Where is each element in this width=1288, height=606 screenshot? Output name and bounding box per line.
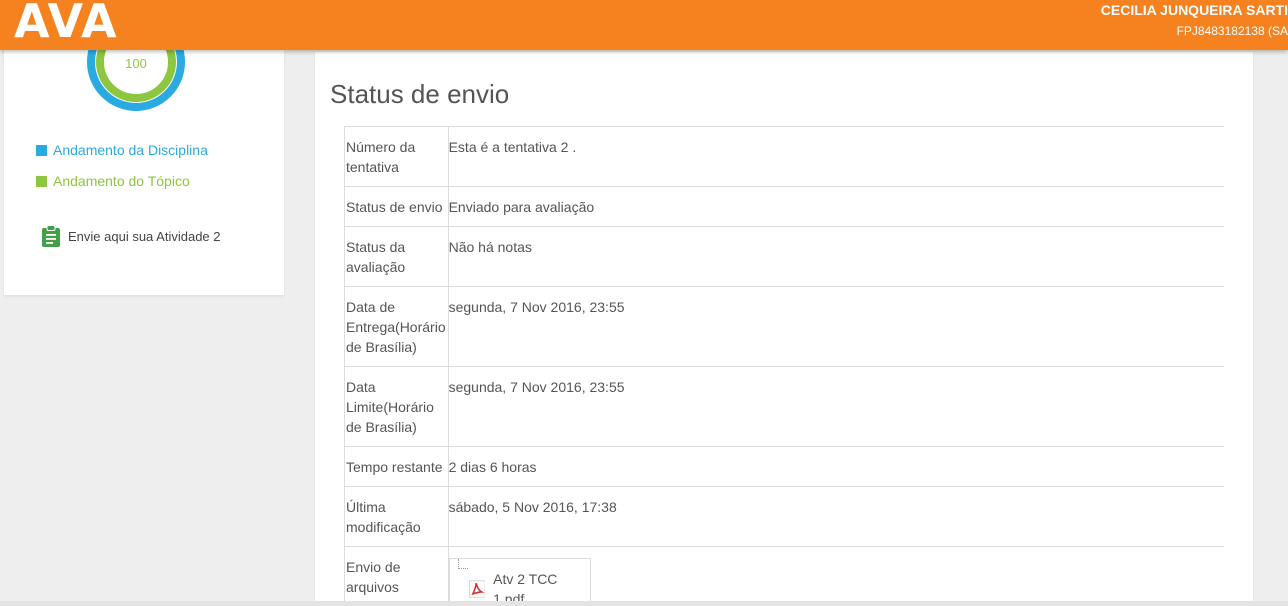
file-tree-branch	[457, 559, 468, 569]
legend-square-blue	[36, 144, 47, 156]
table-row: Última modificação sábado, 5 Nov 2016, 1…	[344, 486, 1224, 547]
row-label: Status da avaliação	[344, 226, 449, 287]
row-label: Número da tentativa	[344, 126, 449, 187]
activity-link[interactable]: Envie aqui sua Atividade 2	[41, 225, 221, 247]
row-value: Atv 2 TCC 1.pdf	[448, 546, 1224, 606]
row-label: Última modificação	[344, 486, 449, 547]
submission-status-card: Status de envio Número da tentativa Esta…	[315, 52, 1253, 606]
section-title: Status de envio	[330, 79, 510, 109]
row-value: Enviado para avaliação	[448, 186, 1224, 227]
table-row: Data Limite(Horário de Brasília) segunda…	[344, 366, 1224, 447]
progress-card: 100 Andamento da Disciplina Andamento do…	[4, 13, 284, 295]
row-label: Status de envio	[344, 186, 449, 227]
clipboard-icon	[42, 225, 60, 247]
row-value: segunda, 7 Nov 2016, 23:55	[448, 286, 1224, 367]
row-label: Data de Entrega(Horário de Brasília)	[344, 286, 449, 367]
ava-logo[interactable]: AVA	[14, 0, 118, 48]
user-id: FPJ8483182138 (SA	[1176, 24, 1288, 38]
pdf-icon	[468, 580, 486, 598]
row-value: 2 dias 6 horas	[448, 446, 1224, 487]
table-row: Tempo restante 2 dias 6 horas	[344, 446, 1224, 487]
row-value: segunda, 7 Nov 2016, 23:55	[448, 366, 1224, 447]
table-row: Status da avaliação Não há notas	[344, 226, 1224, 287]
row-value: sábado, 5 Nov 2016, 17:38	[448, 486, 1224, 547]
row-label: Tempo restante	[344, 446, 449, 487]
legend-square-green	[36, 175, 47, 187]
top-bar: AVA CECILIA JUNQUEIRA SARTI FPJ848318213…	[0, 0, 1288, 50]
file-tree-box: Atv 2 TCC 1.pdf	[448, 558, 591, 606]
table-row: Status de envio Enviado para avaliação	[344, 186, 1224, 227]
row-label: Envio de arquivos	[344, 546, 449, 606]
row-label: Data Limite(Horário de Brasília)	[344, 366, 449, 447]
legend-disciplina: Andamento da Disciplina	[36, 142, 208, 158]
legend-label: Andamento da Disciplina	[53, 142, 208, 158]
legend-topico: Andamento do Tópico	[36, 173, 190, 189]
activity-label[interactable]: Envie aqui sua Atividade 2	[68, 229, 221, 244]
table-row: Envio de arquivos Atv 2 TCC 1.pdf	[344, 546, 1224, 606]
progress-value: 100	[125, 56, 147, 71]
table-row: Data de Entrega(Horário de Brasília) seg…	[344, 286, 1224, 367]
user-name[interactable]: CECILIA JUNQUEIRA SARTI	[1101, 2, 1288, 18]
table-row: Número da tentativa Esta é a tentativa 2…	[344, 126, 1224, 187]
row-value: Esta é a tentativa 2 .	[448, 126, 1224, 187]
submission-table: Número da tentativa Esta é a tentativa 2…	[344, 126, 1224, 606]
legend-label: Andamento do Tópico	[53, 173, 190, 189]
bottom-scroll-strip	[0, 601, 1288, 606]
row-value: Não há notas	[448, 226, 1224, 287]
